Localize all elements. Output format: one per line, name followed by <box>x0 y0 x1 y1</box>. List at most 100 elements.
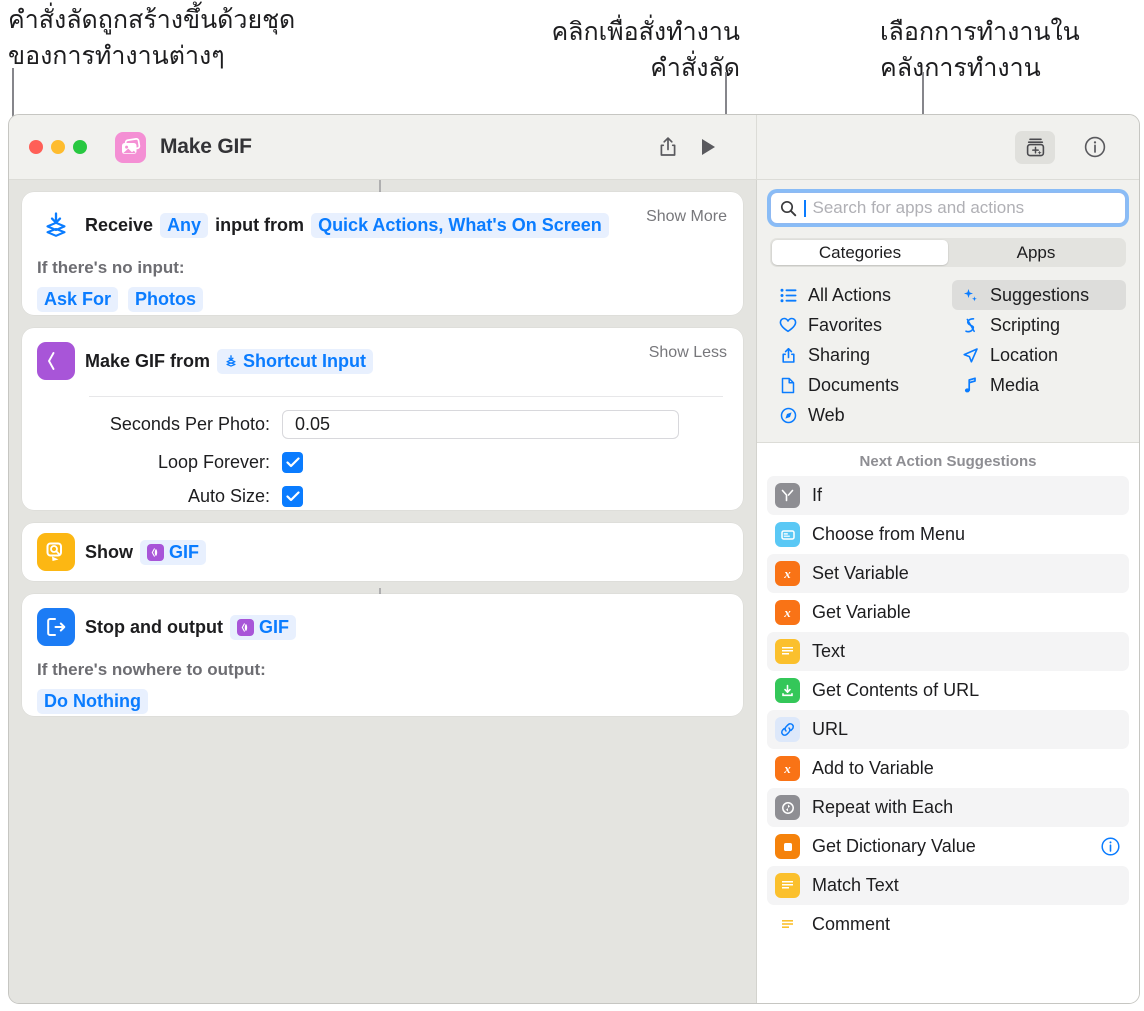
list-item[interactable]: If <box>767 476 1129 515</box>
list-item-label: Get Dictionary Value <box>812 836 976 856</box>
token-gif-output[interactable]: GIF <box>229 614 296 640</box>
variable-icon: x <box>775 561 800 586</box>
list-item-label: Set Variable <box>812 563 909 583</box>
list-item-label: Get Contents of URL <box>812 680 980 700</box>
category-scripting[interactable]: Scripting <box>952 310 1126 340</box>
info-icon[interactable] <box>1100 836 1121 857</box>
action-title: Make GIF from Shortcut Input <box>85 348 374 374</box>
screenshot-root: คำสั่งลัดถูกสร้างขึ้นด้วยชุด ของการทำงาน… <box>0 0 1144 1011</box>
field-loop-forever: Loop Forever: <box>37 452 727 473</box>
category-label: All Actions <box>808 284 892 305</box>
list-item[interactable]: URL <box>767 710 1129 749</box>
token-gif-output-label: GIF <box>258 616 289 637</box>
action-header: Make GIF from Shortcut Input Show Less <box>37 342 727 380</box>
action-header: Stop and output GIF <box>37 608 727 646</box>
sparkles-icon <box>960 287 980 304</box>
action-title: Receive Any input from Quick Actions, Wh… <box>85 212 609 238</box>
category-suggestions[interactable]: Suggestions <box>952 280 1126 310</box>
list-item[interactable]: Get Dictionary Value <box>767 827 1129 866</box>
category-label: Favorites <box>808 314 883 335</box>
category-label: Suggestions <box>990 284 1090 305</box>
share-up-icon <box>778 347 798 364</box>
stop-output-label: Stop and output <box>85 616 223 637</box>
list-item[interactable]: x Get Variable <box>767 593 1129 632</box>
info-icon[interactable] <box>1075 131 1115 164</box>
heart-icon <box>778 317 798 333</box>
minimize-button[interactable] <box>51 140 65 154</box>
category-label: Location <box>990 344 1059 365</box>
window-title: Make GIF <box>160 135 252 158</box>
field-seconds-per-photo: Seconds Per Photo: 0.05 <box>37 410 727 439</box>
close-button[interactable] <box>29 140 43 154</box>
action-card-make-gif[interactable]: Make GIF from Shortcut Input Show Less S… <box>22 328 743 510</box>
action-card-receive[interactable]: Receive Any input from Quick Actions, Wh… <box>22 192 743 315</box>
token-shortcut-input[interactable]: Shortcut Input <box>217 348 374 374</box>
repeat-icon <box>775 795 800 820</box>
tab-apps[interactable]: Apps <box>948 240 1124 265</box>
seconds-per-photo-input[interactable]: 0.05 <box>282 410 679 439</box>
token-do-nothing[interactable]: Do Nothing <box>37 689 148 714</box>
library-mode-segmented-control: Categories Apps <box>770 238 1126 267</box>
search-input[interactable]: Search for apps and actions <box>770 192 1126 224</box>
nowhere-to-output-label: If there's nowhere to output: <box>37 660 266 679</box>
list-item[interactable]: x Add to Variable <box>767 749 1129 788</box>
list-item-label: Add to Variable <box>812 758 934 778</box>
category-sharing[interactable]: Sharing <box>770 340 944 370</box>
show-less-toggle[interactable]: Show Less <box>649 344 727 362</box>
titlebar-right <box>757 115 1139 179</box>
category-label: Web <box>808 404 845 425</box>
category-all-actions[interactable]: All Actions <box>770 280 944 310</box>
stop-output-icon <box>37 608 75 646</box>
category-favorites[interactable]: Favorites <box>770 310 944 340</box>
text-caret <box>804 199 806 217</box>
action-card-show[interactable]: Show GIF <box>22 523 743 581</box>
token-photos[interactable]: Photos <box>128 287 204 312</box>
loop-forever-checkbox[interactable] <box>282 452 303 473</box>
token-ask-for[interactable]: Ask For <box>37 287 119 312</box>
list-item[interactable]: Choose from Menu <box>767 515 1129 554</box>
list-item[interactable]: Repeat with Each <box>767 788 1129 827</box>
list-item[interactable]: Match Text <box>767 866 1129 905</box>
list-item[interactable]: Comment <box>767 905 1129 944</box>
action-header: Show GIF <box>37 533 727 571</box>
search-container: Search for apps and actions <box>757 180 1139 224</box>
list-item[interactable]: Text <box>767 632 1129 671</box>
action-library-icon[interactable] <box>1015 130 1055 164</box>
category-documents[interactable]: Documents <box>770 370 944 400</box>
category-column-right: Suggestions Scripting Location Media <box>952 280 1126 430</box>
callout-text-actions: คำสั่งลัดถูกสร้างขึ้นด้วยชุด ของการทำงาน… <box>8 5 296 70</box>
text-icon <box>775 873 800 898</box>
auto-size-checkbox[interactable] <box>282 486 303 507</box>
window-titlebar: Make GIF <box>9 115 1139 180</box>
token-input-sources[interactable]: Quick Actions, What's On Screen <box>311 212 609 238</box>
no-input-label: If there's no input: <box>37 258 185 277</box>
list-item[interactable]: Get Contents of URL <box>767 671 1129 710</box>
category-media[interactable]: Media <box>952 370 1126 400</box>
variable-icon: x <box>775 756 800 781</box>
token-shortcut-input-label: Shortcut Input <box>243 350 367 371</box>
token-gif-show[interactable]: GIF <box>140 539 206 565</box>
field-auto-size: Auto Size: <box>37 486 727 507</box>
show-result-icon <box>37 533 75 571</box>
suggestions-list[interactable]: If Choose from Menu x Set Variable x Get… <box>757 476 1139 1003</box>
receive-input-icon <box>37 206 75 244</box>
make-gif-icon <box>37 342 75 380</box>
list-item[interactable]: x Set Variable <box>767 554 1129 593</box>
action-card-stop-output[interactable]: Stop and output GIF If there's nowhere t… <box>22 594 743 716</box>
category-label: Media <box>990 374 1040 395</box>
tab-categories[interactable]: Categories <box>772 240 948 265</box>
music-note-icon <box>960 376 980 394</box>
token-any[interactable]: Any <box>160 212 209 238</box>
window-body: Receive Any input from Quick Actions, Wh… <box>9 180 1139 1003</box>
auto-size-label: Auto Size: <box>187 486 270 506</box>
shortcut-editor-canvas: Receive Any input from Quick Actions, Wh… <box>9 180 757 1003</box>
show-more-toggle[interactable]: Show More <box>646 208 727 226</box>
zoom-button[interactable] <box>73 140 87 154</box>
seconds-per-photo-label: Seconds Per Photo: <box>109 414 270 434</box>
category-web[interactable]: Web <box>770 400 944 430</box>
category-location[interactable]: Location <box>952 340 1126 370</box>
document-icon <box>778 377 798 394</box>
share-icon[interactable] <box>648 131 688 164</box>
play-icon[interactable] <box>688 131 728 164</box>
list-item-label: Get Variable <box>812 602 911 622</box>
